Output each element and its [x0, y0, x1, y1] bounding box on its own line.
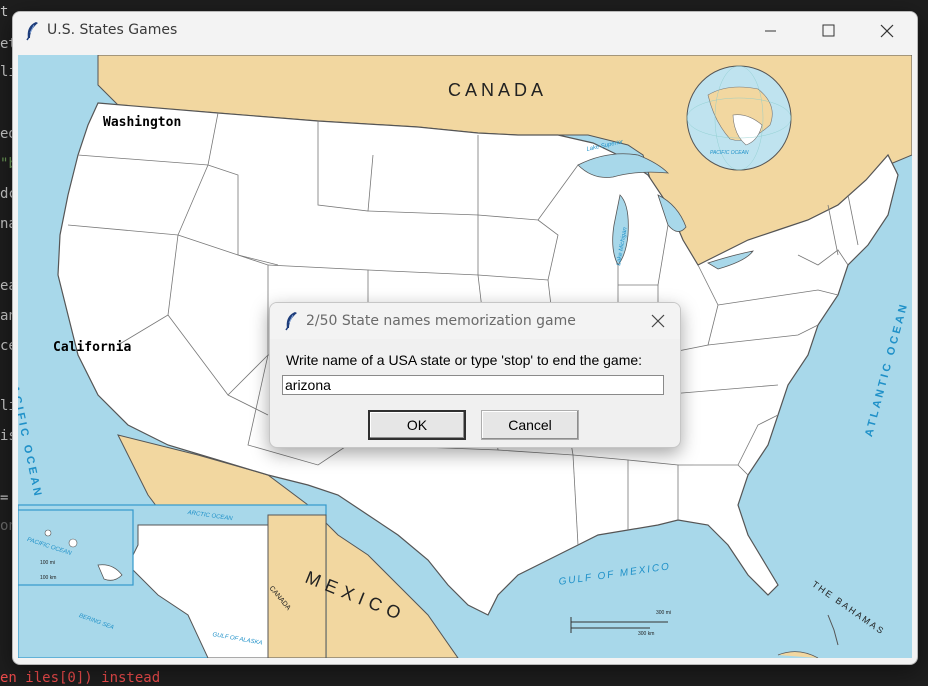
label-pacific-ocean-globe: PACIFIC OCEAN — [710, 150, 749, 156]
dialog-prompt: Write name of a USA state or type 'stop'… — [286, 352, 643, 368]
minimize-icon — [765, 30, 776, 32]
window-titlebar[interactable]: U.S. States Games — [13, 12, 917, 50]
code-fragment: t — [0, 4, 9, 20]
dialog-titlebar[interactable]: 2/50 State names memorization game — [270, 303, 680, 339]
maximize-button[interactable] — [799, 12, 857, 50]
state-input-dialog: 2/50 State names memorization game Write… — [269, 302, 681, 448]
dialog-close-button[interactable] — [644, 307, 672, 335]
label-canada: CANADA — [448, 80, 548, 100]
state-label-california: California — [53, 340, 132, 355]
label-scale-mi: 300 mi — [656, 610, 672, 616]
close-button[interactable] — [857, 12, 915, 50]
minimize-button[interactable] — [741, 12, 799, 50]
error-message: en iles[0]) instead — [0, 670, 161, 686]
close-icon — [880, 24, 894, 38]
state-name-input[interactable] — [282, 375, 664, 395]
feather-icon — [285, 312, 297, 331]
maximize-icon — [822, 24, 835, 37]
window-title: U.S. States Games — [47, 22, 178, 38]
state-label-washington: Washington — [103, 115, 182, 130]
label-scale-100km: 100 km — [40, 575, 57, 581]
dialog-title: 2/50 State names memorization game — [306, 313, 576, 329]
cancel-button[interactable]: Cancel — [481, 410, 579, 440]
ok-button[interactable]: OK — [368, 410, 466, 440]
code-fragment: = — [0, 490, 9, 506]
label-scale-100mi: 100 mi — [40, 560, 56, 566]
close-icon — [651, 314, 665, 328]
feather-icon — [26, 22, 38, 41]
label-scale-km: 300 km — [638, 631, 655, 637]
